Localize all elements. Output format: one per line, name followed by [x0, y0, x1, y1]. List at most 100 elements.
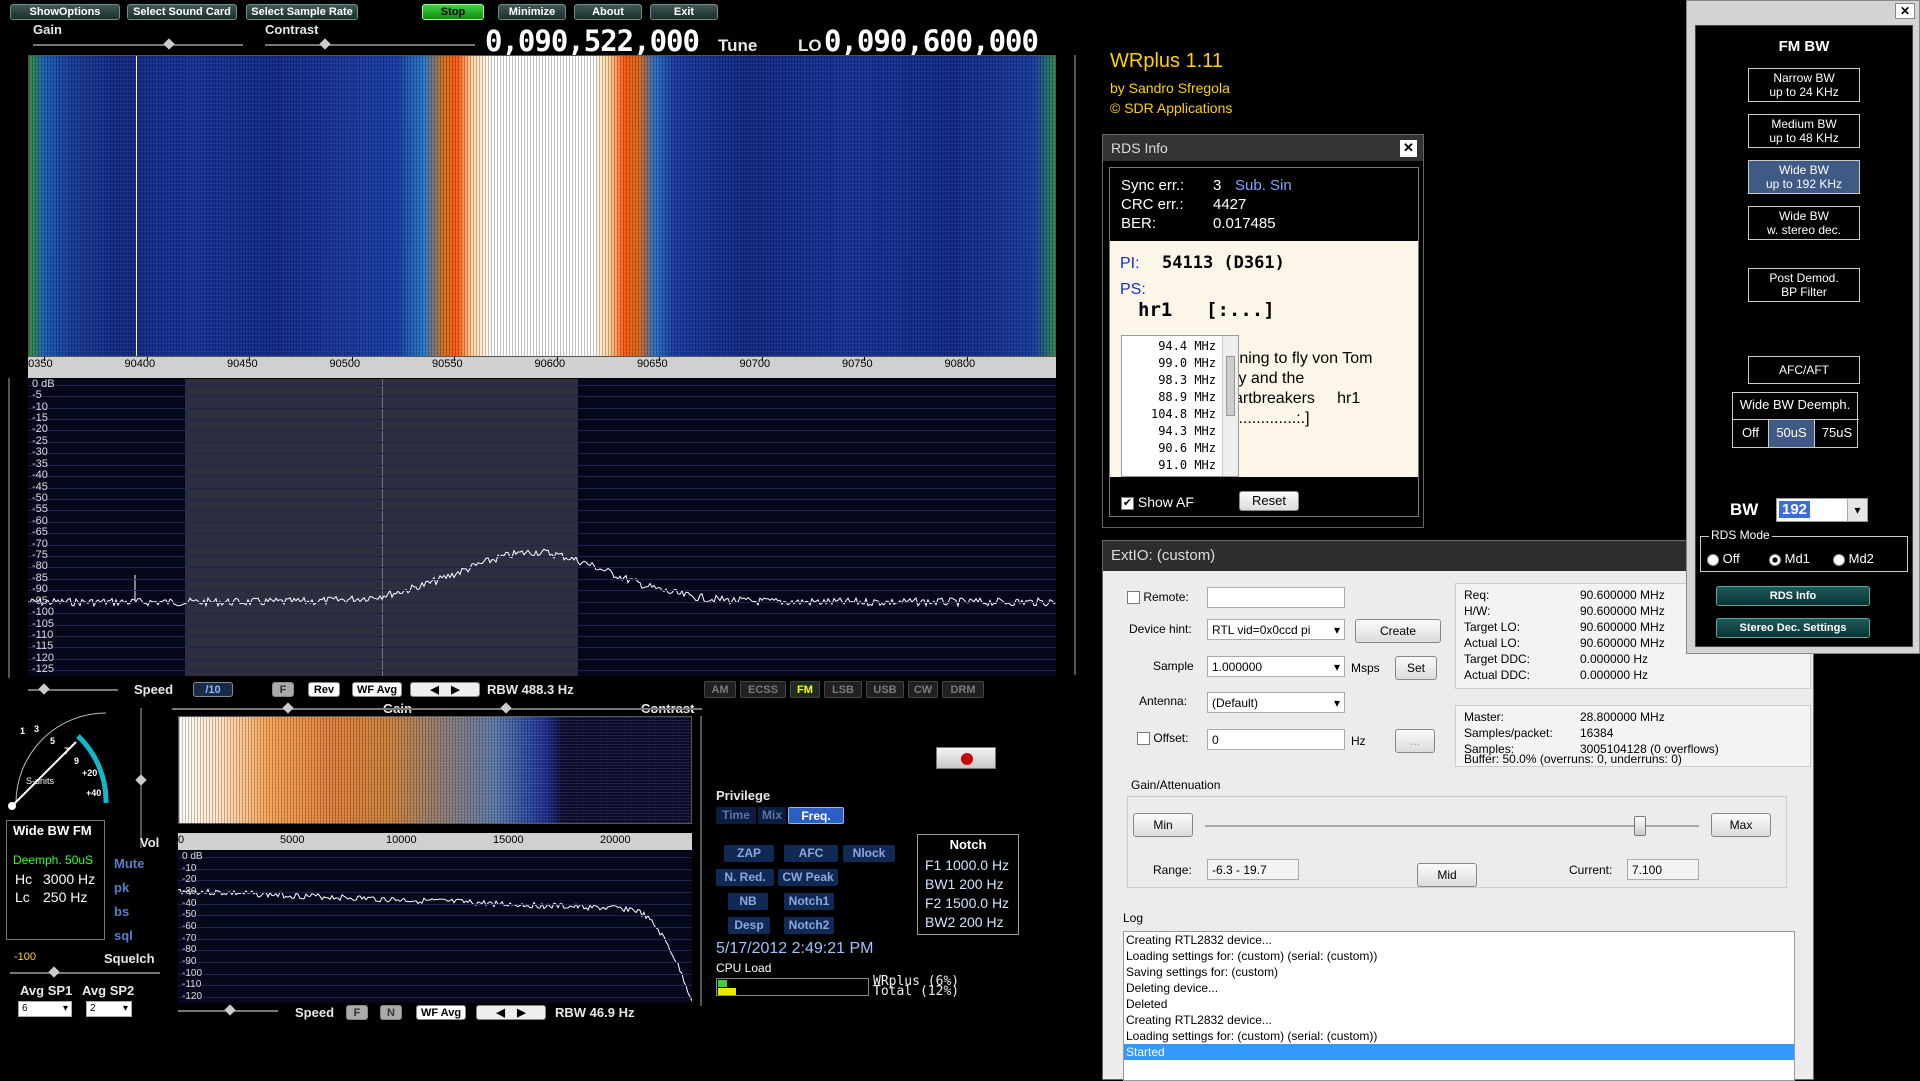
speed-value[interactable]: /10: [193, 682, 233, 697]
mode-ecss-button[interactable]: ECSS: [740, 681, 786, 698]
f-toggle[interactable]: F: [272, 682, 294, 697]
af-item[interactable]: 88.9 MHz: [1126, 389, 1216, 406]
privilege-cw-peak-button[interactable]: CW Peak: [778, 869, 838, 886]
left-range-slider[interactable]: [8, 378, 10, 678]
set-button[interactable]: Set: [1395, 656, 1437, 680]
narrow-bw-button[interactable]: Narrow BW up to 24 KHz: [1748, 68, 1860, 102]
about-button[interactable]: About: [574, 4, 642, 20]
privilege-notch1-button[interactable]: Notch1: [784, 893, 834, 910]
deemph-off-button[interactable]: Off: [1733, 419, 1769, 447]
audio-mute-button[interactable]: Mute: [114, 856, 144, 871]
right-arrow-icon[interactable]: ▶: [451, 684, 459, 696]
audio-gain-slider[interactable]: [172, 702, 702, 714]
log-entry[interactable]: Loading settings for: (custom) (serial: …: [1124, 1028, 1794, 1044]
audio-right-slider[interactable]: [700, 716, 702, 1006]
right-arrow-icon[interactable]: ▶: [517, 1007, 525, 1019]
af-item[interactable]: 94.3 MHz: [1126, 423, 1216, 440]
select-sample-rate-button[interactable]: Select Sample Rate: [246, 4, 358, 20]
privilege-n-red-button[interactable]: N. Red.: [716, 869, 774, 886]
deemph-75us-button[interactable]: 75uS: [1815, 419, 1859, 447]
bw-select[interactable]: 192 ▾: [1776, 498, 1868, 522]
mode-drm-button[interactable]: DRM: [942, 681, 984, 698]
close-icon[interactable]: ✕: [1400, 140, 1417, 157]
privilege-zap-button[interactable]: ZAP: [724, 845, 774, 862]
privilege-tab-mix[interactable]: Mix: [758, 807, 786, 824]
contrast-slider[interactable]: [265, 38, 475, 50]
step-arrows[interactable]: ◀ ▶: [410, 682, 480, 697]
log-entry[interactable]: Creating RTL2832 device...: [1124, 1012, 1794, 1028]
audio-wf-avg-toggle[interactable]: WF Avg: [416, 1005, 466, 1020]
volume-slider[interactable]: [135, 708, 147, 848]
medium-bw-button[interactable]: Medium BW up to 48 KHz: [1748, 114, 1860, 148]
rev-toggle[interactable]: Rev: [308, 682, 340, 697]
wide-bw-stereo-button[interactable]: Wide BW w. stereo dec.: [1748, 206, 1860, 240]
left-arrow-icon[interactable]: ◀: [496, 1007, 504, 1019]
privilege-nlock-button[interactable]: Nlock: [843, 845, 895, 862]
log-entry[interactable]: Loading settings for: (custom) (serial: …: [1124, 948, 1794, 964]
af-item[interactable]: 104.8 MHz: [1126, 406, 1216, 423]
gain-slider[interactable]: [33, 38, 243, 50]
audio-f-toggle[interactable]: F: [346, 1005, 368, 1020]
privilege-tab-time[interactable]: Time: [716, 807, 756, 824]
deemph-50us-button[interactable]: 50uS: [1769, 419, 1815, 447]
post-demod-bp-filter-button[interactable]: Post Demod. BP Filter: [1748, 268, 1860, 302]
audio-bs-button[interactable]: bs: [114, 904, 129, 919]
gain-max-button[interactable]: Max: [1711, 813, 1771, 837]
privilege-notch2-button[interactable]: Notch2: [784, 917, 834, 934]
stereo-dec-settings-button[interactable]: Stereo Dec. Settings: [1716, 618, 1870, 638]
gain-min-button[interactable]: Min: [1133, 813, 1193, 837]
afc-aft-button[interactable]: AFC/AFT: [1748, 356, 1860, 384]
right-range-slider[interactable]: [1074, 55, 1076, 675]
wide-bw-button[interactable]: Wide BW up to 192 KHz: [1748, 160, 1860, 194]
log-list[interactable]: Creating RTL2832 device... Loading settin…: [1123, 931, 1795, 1081]
rds-mode-md1-radio[interactable]: Md1: [1769, 551, 1810, 566]
log-entry[interactable]: Started: [1124, 1044, 1794, 1060]
af-item[interactable]: 98.3 MHz: [1126, 372, 1216, 389]
minimize-button[interactable]: Minimize: [498, 4, 566, 20]
af-item[interactable]: 90.6 MHz: [1126, 440, 1216, 457]
log-entry[interactable]: Saving settings for: (custom): [1124, 964, 1794, 980]
audio-sql-button[interactable]: sql: [114, 928, 133, 943]
create-button[interactable]: Create: [1355, 619, 1441, 643]
remote-input[interactable]: [1207, 587, 1345, 608]
show-af-checkbox[interactable]: ✔ Show AF: [1121, 494, 1194, 510]
rds-info-button[interactable]: RDS Info: [1716, 586, 1870, 606]
audio-pk-button[interactable]: pk: [114, 880, 129, 895]
select-sound-card-button[interactable]: Select Sound Card: [127, 4, 237, 20]
antenna-select[interactable]: (Default) ▾: [1207, 692, 1345, 713]
exit-button[interactable]: Exit: [650, 4, 718, 20]
sample-rate-select[interactable]: 1.000000 ▾: [1207, 656, 1345, 677]
gain-attenuation-slider[interactable]: [1205, 816, 1699, 836]
mode-fm-button[interactable]: FM: [790, 681, 820, 698]
close-icon[interactable]: ✕: [1895, 3, 1915, 19]
avg-sp2-select[interactable]: 2 ▾: [86, 1001, 132, 1017]
lo-frequency-display[interactable]: 0,090,600,000: [824, 24, 1039, 58]
mode-am-button[interactable]: AM: [704, 681, 736, 698]
gain-mid-button[interactable]: Mid: [1417, 863, 1477, 887]
record-button[interactable]: [936, 747, 996, 769]
privilege-tab-freq[interactable]: Freq.: [788, 807, 844, 824]
main-spectrum[interactable]: 0 dB -5 -10 -15 -20 -25 -30 -35 -40 -45 -50 -55 -60-…: [28, 379, 1056, 676]
offset-input[interactable]: 0: [1207, 729, 1345, 750]
log-entry[interactable]: Deleted: [1124, 996, 1794, 1012]
mode-lsb-button[interactable]: LSB: [824, 681, 862, 698]
audio-step-arrows[interactable]: ◀ ▶: [476, 1005, 546, 1020]
privilege-afc-button[interactable]: AFC: [784, 845, 838, 862]
rds-mode-md2-radio[interactable]: Md2: [1833, 551, 1874, 566]
device-hint-select[interactable]: RTL vid=0x0ccd pi ▾: [1207, 619, 1345, 640]
mode-usb-button[interactable]: USB: [866, 681, 904, 698]
main-waterfall[interactable]: [28, 55, 1056, 357]
rds-reset-button[interactable]: Reset: [1239, 491, 1299, 511]
squelch-slider[interactable]: [10, 966, 160, 978]
speed-slider[interactable]: [28, 683, 118, 695]
stop-button[interactable]: Stop: [422, 4, 484, 20]
privilege-desp-button[interactable]: Desp: [728, 917, 770, 934]
mode-cw-button[interactable]: CW: [908, 681, 938, 698]
privilege-nb-button[interactable]: NB: [728, 893, 768, 910]
log-entry[interactable]: Creating RTL2832 device...: [1124, 932, 1794, 948]
af-item[interactable]: 91.0 MHz: [1126, 457, 1216, 474]
log-entry[interactable]: Deleting device...: [1124, 980, 1794, 996]
af-list[interactable]: 94.4 MHz 99.0 MHz 98.3 MHz 88.9 MHz 104.8 MH…: [1121, 335, 1239, 477]
offset-more-button[interactable]: ...: [1395, 729, 1435, 753]
wf-avg-toggle[interactable]: WF Avg: [352, 682, 402, 697]
